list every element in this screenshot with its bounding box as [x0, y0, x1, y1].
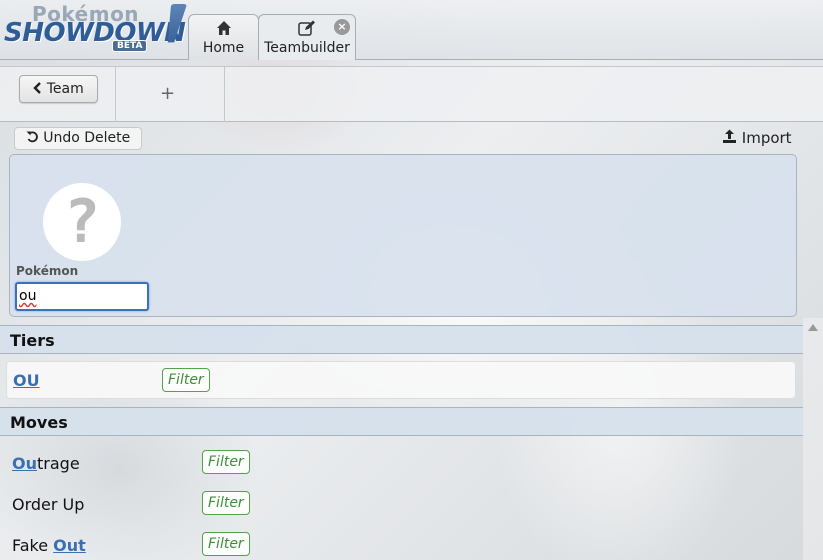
- unknown-pokemon-icon: ?: [63, 187, 101, 257]
- import-button[interactable]: Import: [722, 129, 792, 147]
- set-editor-panel: ? Pokémon ou: [9, 154, 797, 317]
- scroll-up-icon[interactable]: [808, 324, 818, 331]
- divider: [115, 67, 116, 122]
- close-icon[interactable]: ×: [334, 19, 350, 35]
- upload-icon: [722, 129, 742, 147]
- result-row-tier[interactable]: OU Filter: [6, 361, 796, 399]
- move-name-text: Order Up: [12, 495, 85, 514]
- showdown-logo[interactable]: Pokémon SHOWDOWN BETA: [4, 2, 186, 56]
- filter-button[interactable]: Filter: [202, 450, 250, 474]
- result-row-move[interactable]: Order Up Filter: [0, 484, 803, 524]
- move-name-text: trage: [37, 454, 80, 473]
- logo-beta-badge: BETA: [112, 40, 148, 52]
- undo-delete-label: Undo Delete: [43, 130, 131, 146]
- logo-line2: SHOWDOWN: [4, 18, 186, 48]
- moves-section-header: Moves: [0, 407, 803, 436]
- add-pokemon-button[interactable]: +: [160, 83, 175, 104]
- pokemon-input-value: ou: [19, 288, 37, 304]
- home-icon: [189, 20, 258, 40]
- tab-teambuilder[interactable]: Teambuilder ×: [258, 14, 356, 60]
- results-scrollbar[interactable]: [803, 318, 823, 560]
- search-results: Tiers OU Filter Moves Outrage Filter Ord…: [0, 325, 803, 560]
- filter-button[interactable]: Filter: [202, 491, 250, 515]
- header-bar: Pokémon SHOWDOWN BETA Home Teambuilder ×: [0, 0, 823, 60]
- back-to-team-button[interactable]: Team: [19, 75, 98, 103]
- result-row-move[interactable]: Fake Out Filter: [0, 525, 803, 560]
- tab-home[interactable]: Home: [188, 14, 259, 60]
- pokemon-field-label: Pokémon: [16, 264, 79, 278]
- move-name[interactable]: Fake Out: [12, 536, 86, 555]
- move-name-match: Out: [53, 536, 86, 555]
- chevron-left-icon: [33, 81, 46, 97]
- pokemon-sprite[interactable]: ?: [43, 183, 121, 261]
- tab-home-label: Home: [202, 40, 245, 56]
- filter-button[interactable]: Filter: [162, 368, 210, 392]
- filter-button[interactable]: Filter: [202, 532, 250, 556]
- tier-name[interactable]: OU: [13, 371, 40, 390]
- undo-delete-button[interactable]: Undo Delete: [14, 127, 142, 150]
- back-to-team-label: Team: [46, 81, 84, 97]
- tab-teambuilder-label: Teambuilder: [264, 40, 350, 56]
- tiers-section-header: Tiers: [0, 325, 803, 354]
- import-label: Import: [741, 129, 792, 147]
- move-name[interactable]: Outrage: [12, 454, 80, 473]
- divider: [224, 67, 225, 122]
- move-name-text: Fake: [12, 536, 54, 555]
- move-name[interactable]: Order Up: [12, 495, 84, 514]
- pokemon-input[interactable]: ou: [15, 282, 149, 311]
- move-name-match: Ou: [12, 454, 37, 473]
- team-nav-bar: Team +: [0, 66, 823, 122]
- undo-icon: [26, 130, 43, 146]
- result-row-move[interactable]: Outrage Filter: [0, 443, 803, 483]
